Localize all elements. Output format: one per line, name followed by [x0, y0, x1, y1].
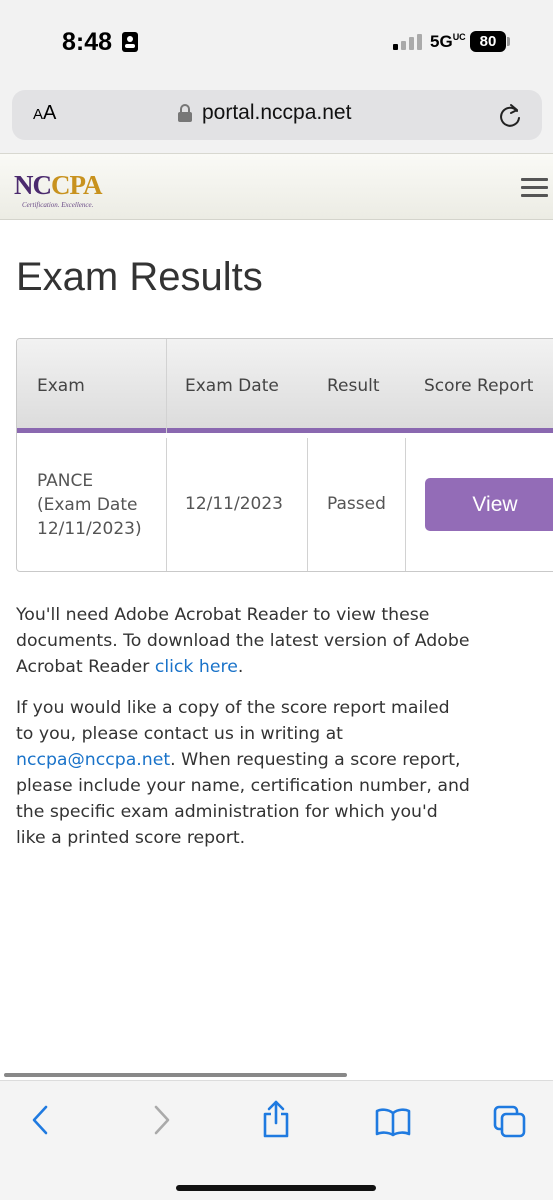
- site-header: NCCPA Certification. Excellence.: [0, 153, 553, 220]
- acrobat-info-paragraph: You'll need Adobe Acrobat Reader to view…: [16, 605, 470, 677]
- exam-name-cell: PANCE (Exam Date 12/11/2023): [37, 471, 142, 539]
- address-bar[interactable]: AA portal.nccpa.net: [12, 90, 542, 140]
- column-divider: [405, 438, 406, 571]
- result-cell: Passed: [327, 494, 386, 514]
- forward-icon[interactable]: [150, 1103, 172, 1137]
- column-divider: [307, 438, 308, 571]
- column-header-exam-date: Exam Date: [185, 376, 279, 396]
- score-report-mail-paragraph: If you would like a copy of the score re…: [16, 698, 470, 848]
- back-icon[interactable]: [30, 1103, 52, 1137]
- share-icon[interactable]: [260, 1099, 292, 1139]
- reload-icon[interactable]: [498, 102, 522, 128]
- battery-tip: [507, 37, 510, 46]
- table-header-row: Exam Exam Date Result Score Report: [17, 339, 553, 433]
- column-divider: [166, 438, 167, 571]
- logo-tagline: Certification. Excellence.: [22, 201, 94, 209]
- exam-results-table: Exam Exam Date Result Score Report PANCE…: [16, 338, 553, 572]
- lock-icon: [178, 104, 192, 122]
- column-header-score-report: Score Report: [424, 376, 534, 396]
- page-title: Exam Results: [16, 255, 263, 299]
- nccpa-logo[interactable]: NCCPA Certification. Excellence.: [14, 170, 124, 210]
- column-header-result: Result: [327, 376, 380, 396]
- column-header-exam: Exam: [37, 376, 85, 396]
- focus-mode-icon: [122, 32, 138, 52]
- download-acrobat-link[interactable]: click here: [155, 657, 238, 677]
- bookmarks-icon[interactable]: [375, 1107, 411, 1137]
- column-divider: [166, 339, 167, 433]
- status-bar: 8:48 5GUC 80: [0, 0, 553, 80]
- cellular-signal-icon: [393, 34, 422, 50]
- browser-toolbar: [0, 1080, 553, 1200]
- exam-date-cell: 12/11/2023: [185, 494, 283, 514]
- tabs-icon[interactable]: [493, 1105, 527, 1139]
- view-score-report-button[interactable]: View: [425, 478, 553, 531]
- status-time: 8:48: [62, 28, 113, 56]
- hamburger-menu-icon[interactable]: [521, 178, 548, 202]
- text-size-button[interactable]: AA: [33, 102, 56, 125]
- email-link[interactable]: nccpa@nccpa.net: [16, 750, 170, 770]
- scroll-indicator: [4, 1073, 347, 1077]
- network-type: 5GUC: [430, 32, 466, 51]
- home-indicator: [176, 1185, 376, 1191]
- url-text[interactable]: portal.nccpa.net: [202, 101, 351, 125]
- battery-level: 80: [470, 31, 506, 52]
- browser-address-area: AA portal.nccpa.net: [0, 80, 553, 153]
